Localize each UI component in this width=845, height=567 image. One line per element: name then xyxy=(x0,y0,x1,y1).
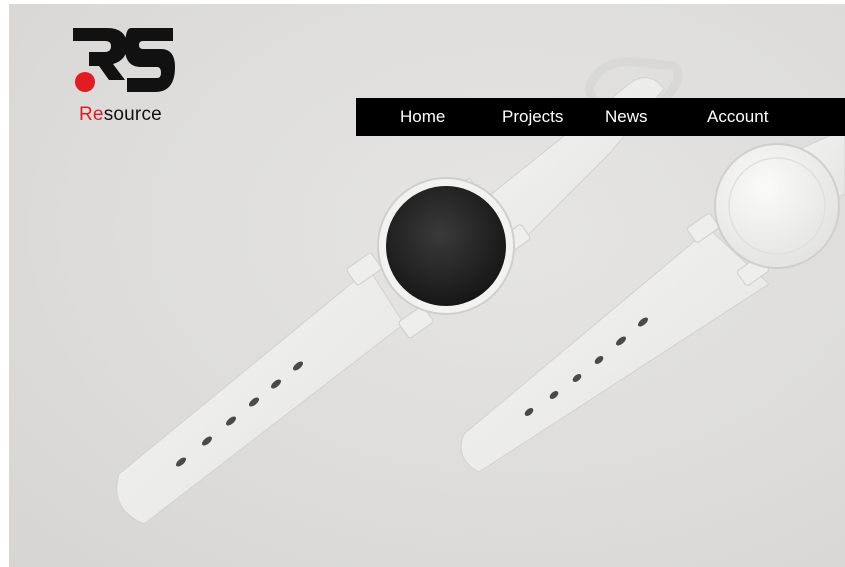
main-nav: Home Projects News Account xyxy=(356,98,845,136)
nav-item-home[interactable]: Home xyxy=(400,98,445,136)
brand-name-rest: source xyxy=(103,104,162,125)
nav-item-projects[interactable]: Projects xyxy=(502,98,563,136)
brand-name: Resource xyxy=(79,104,162,126)
nav-item-account[interactable]: Account xyxy=(707,98,768,136)
rs-logo-icon xyxy=(73,28,175,92)
brand-name-accent: Re xyxy=(79,104,104,125)
page-frame: Resource Home Projects News Account xyxy=(9,4,845,567)
nav-item-news[interactable]: News xyxy=(605,98,648,136)
brand-logo[interactable]: Resource xyxy=(69,24,189,134)
